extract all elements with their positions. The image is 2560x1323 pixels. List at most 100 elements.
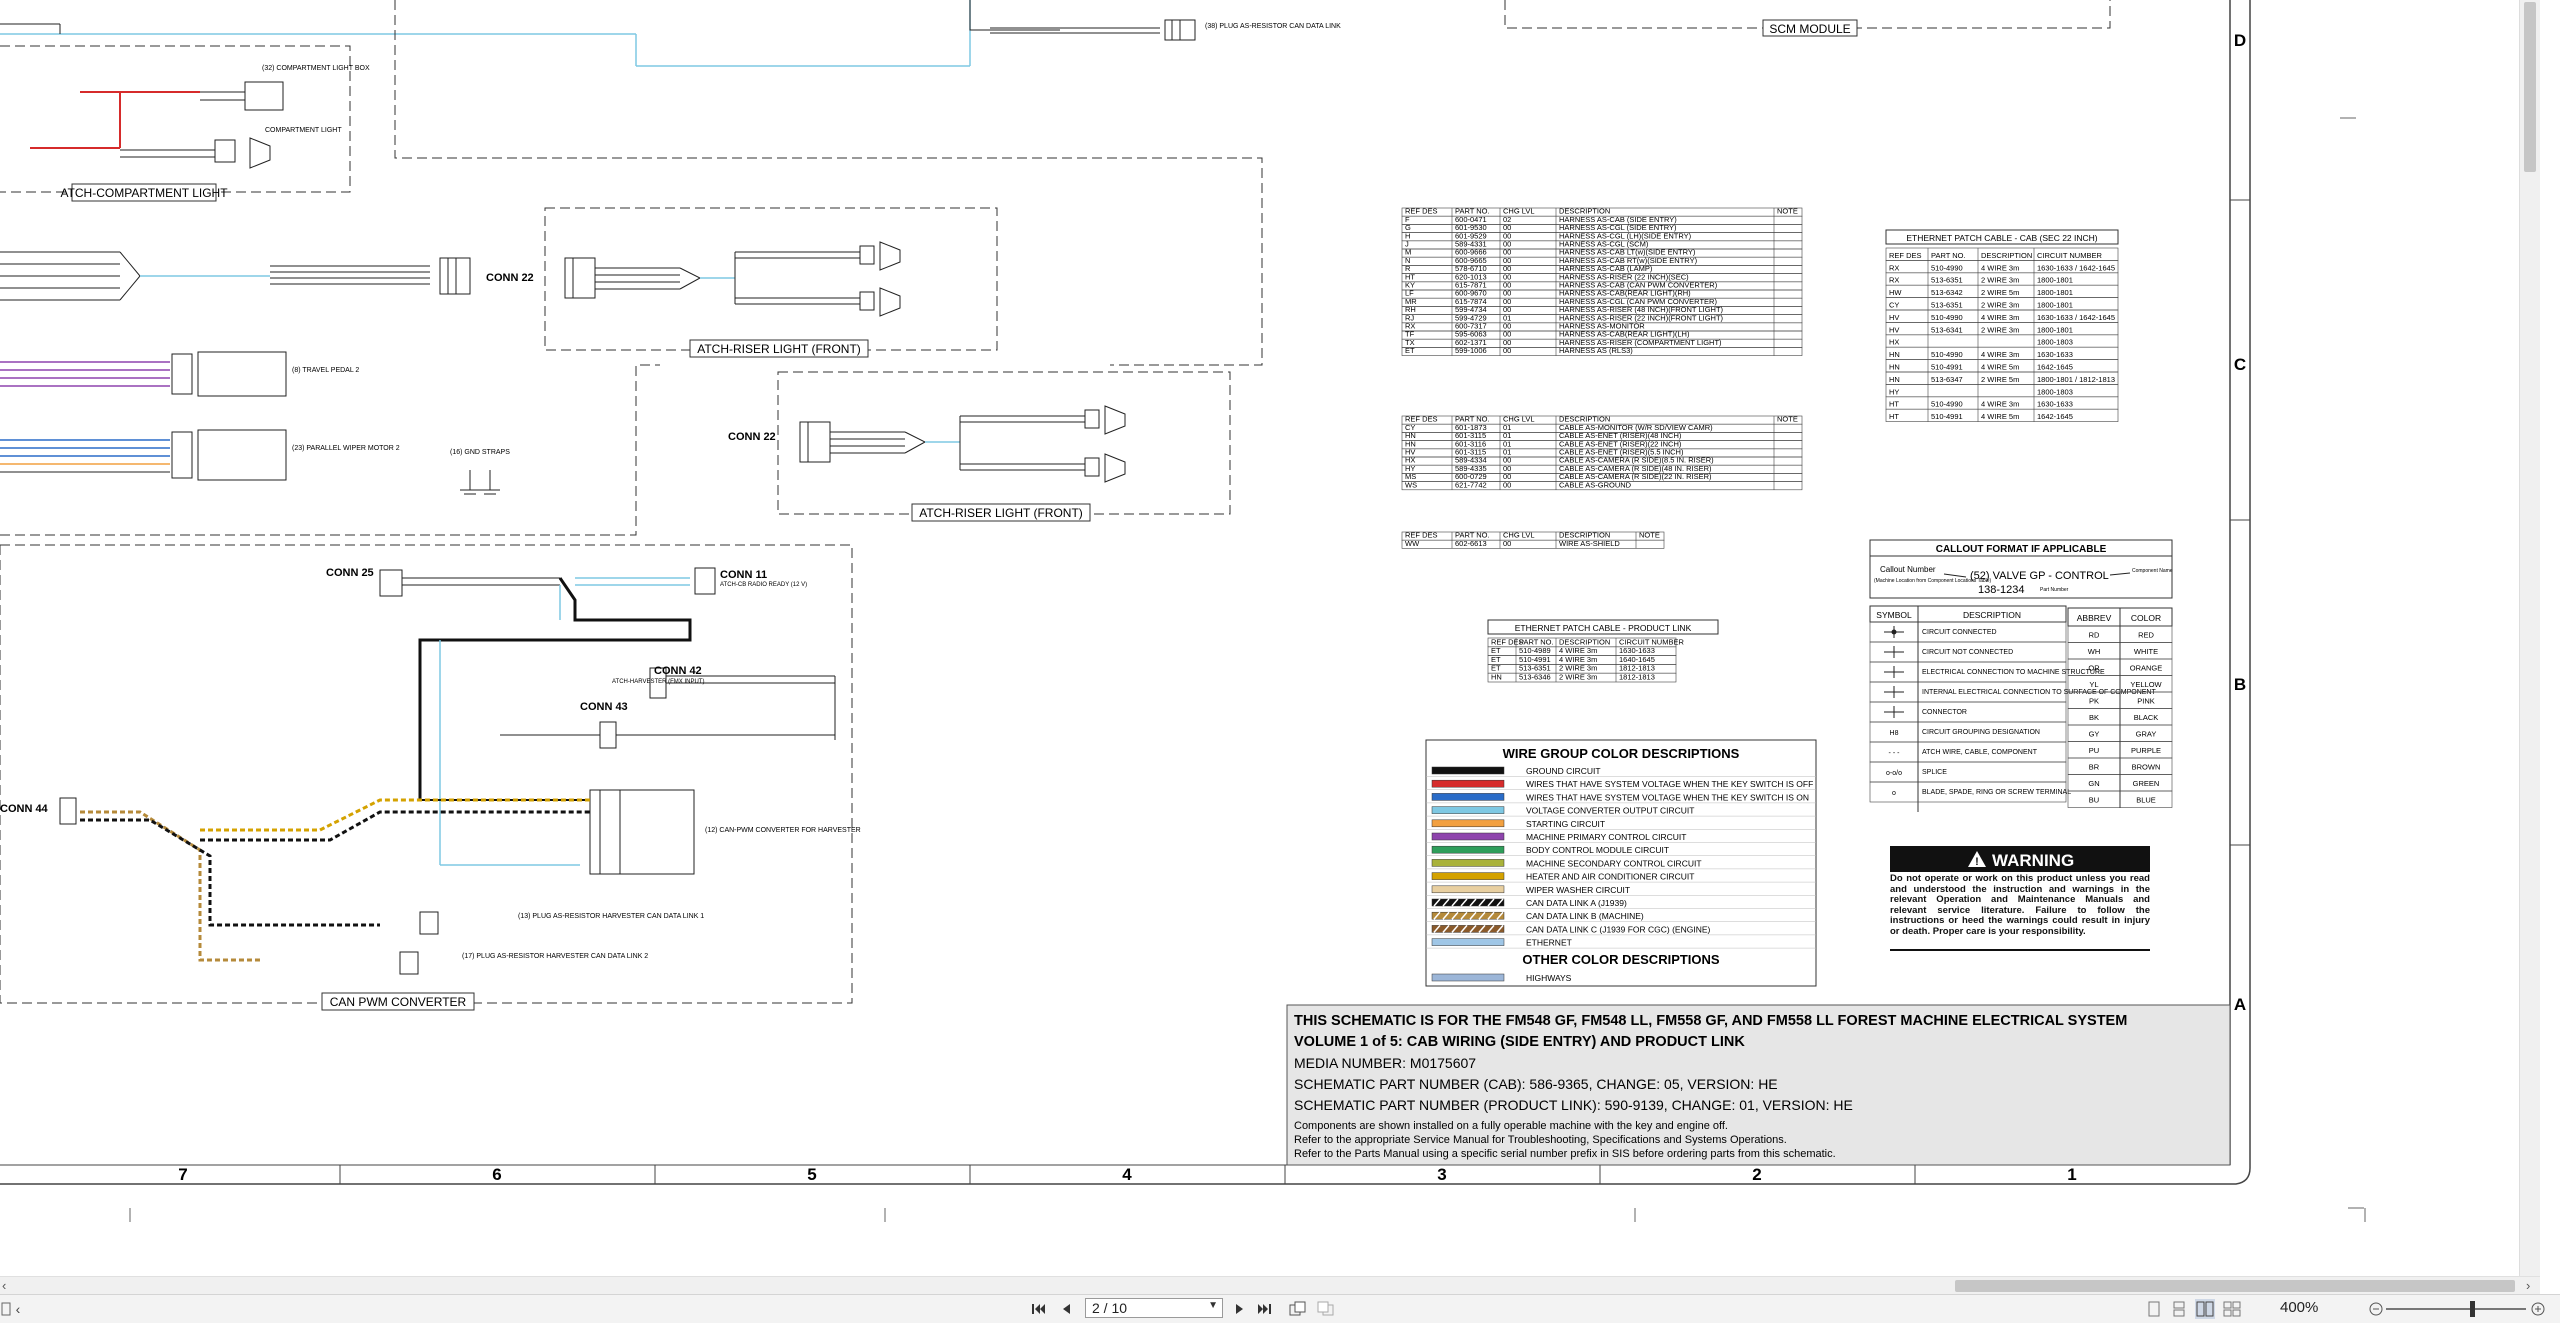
eplink-cell: 1812-1813 bbox=[1619, 673, 1655, 682]
wire-color-swatch bbox=[1431, 938, 1505, 946]
eplink-cell: CIRCUIT NUMBER bbox=[1619, 637, 1684, 646]
vertical-scroll-thumb[interactable] bbox=[2524, 2, 2536, 172]
wire-color-label: STARTING CIRCUIT bbox=[1526, 819, 1605, 829]
gnd-straps-label: (16) GND STRAPS bbox=[450, 449, 510, 456]
wire-table: REF DES PART NO. CHG LVL DESCRIPTION NOTEWW 6… bbox=[1401, 531, 1665, 549]
horizontal-scrollbar[interactable]: ‹ › bbox=[0, 1276, 2540, 1295]
callout-title: CALLOUT FORMAT IF APPLICABLE bbox=[1936, 544, 2107, 555]
eplink-cell: 510-4989 bbox=[1519, 646, 1551, 655]
next-page-icon[interactable] bbox=[1232, 1299, 1248, 1319]
zoom-level: 400% bbox=[2280, 1299, 2319, 1316]
col-number-1: 1 bbox=[2067, 1165, 2076, 1184]
ecab-cell: 513-6351 bbox=[1931, 276, 1963, 285]
zoom-slider-thumb[interactable] bbox=[2470, 1301, 2475, 1317]
two-page-continuous-view-icon[interactable] bbox=[2222, 1299, 2242, 1319]
row-letter-a: A bbox=[2234, 995, 2246, 1014]
conn22-label-b: CONN 22 bbox=[728, 431, 776, 443]
zoom-out-icon[interactable] bbox=[2368, 1299, 2384, 1319]
continuous-view-icon[interactable] bbox=[2170, 1299, 2188, 1319]
ecab-cell: 2 WIRE 3m bbox=[1981, 325, 2019, 334]
harness-cell: REF DES bbox=[1405, 207, 1438, 216]
previous-view-icon[interactable] bbox=[1288, 1299, 1308, 1319]
previous-page-icon[interactable] bbox=[1058, 1299, 1074, 1319]
eplink-cell: 510-4991 bbox=[1519, 655, 1551, 664]
page-dropdown-icon[interactable]: ▼ bbox=[1208, 1300, 1218, 1311]
ecab-cell: 4 WIRE 3m bbox=[1981, 263, 2019, 272]
can-pwm-converter-label: CAN PWM CONVERTER bbox=[330, 995, 467, 1009]
wire-color-swatch bbox=[1431, 885, 1505, 894]
atch-riser-light-front-2-group: ATCH-RISER LIGHT (FRONT) bbox=[777, 371, 1231, 522]
compartment-light-label: COMPARTMENT LIGHT bbox=[265, 127, 342, 134]
abbrev-color-name: BROWN bbox=[2132, 763, 2161, 772]
abbrev-code: BR bbox=[2089, 763, 2100, 772]
col-number-2: 2 bbox=[1752, 1165, 1761, 1184]
vertical-scrollbar[interactable] bbox=[2519, 0, 2540, 1276]
abbrev-color-name: RED bbox=[2138, 631, 2154, 640]
harness-table: REF DES PART NO. CHG LVL DESCRIPTION NOTEF 60… bbox=[1401, 207, 1803, 356]
symbol-mark: H8 bbox=[1890, 730, 1899, 737]
schematic-part-product-link: SCHEMATIC PART NUMBER (PRODUCT LINK): 59… bbox=[1294, 1097, 1853, 1113]
compartment-light-box-label: (32) COMPARTMENT LIGHT BOX bbox=[262, 65, 370, 72]
page-number-input[interactable]: 2 / 10 ▼ bbox=[1085, 1298, 1223, 1318]
scroll-right-icon[interactable]: › bbox=[2526, 1278, 2530, 1294]
can-pwm-desc: (12) CAN-PWM CONVERTER FOR HARVESTER bbox=[705, 827, 861, 834]
ecab-cell: 1800-1801 bbox=[2037, 276, 2073, 285]
single-page-view-icon[interactable] bbox=[2145, 1299, 2163, 1319]
zoom-slider-track[interactable] bbox=[2386, 1308, 2526, 1310]
horizontal-scroll-thumb[interactable] bbox=[1955, 1280, 2515, 1292]
ecab-cell: 513-6342 bbox=[1931, 288, 1963, 297]
wire-cell: WW bbox=[1405, 539, 1420, 548]
eplink-cell: 513-6346 bbox=[1519, 673, 1551, 682]
ecab-cell: 4 WIRE 3m bbox=[1981, 400, 2019, 409]
abbrev-code: BU bbox=[2089, 796, 2099, 805]
conn11-desc: ATCH-CB RADIO READY (12 V) bbox=[720, 582, 807, 588]
ecab-cell: 1630-1633 / 1642-1645 bbox=[2037, 263, 2115, 272]
ecab-cell: HN bbox=[1889, 363, 1900, 372]
svg-text:!: ! bbox=[1975, 856, 1979, 868]
wire-color-swatch bbox=[1431, 806, 1505, 814]
abbrev-code: YL bbox=[2089, 680, 2098, 689]
title-note-1: Components are shown installed on a full… bbox=[1294, 1120, 1728, 1132]
wire-color-label: CAN DATA LINK B (MACHINE) bbox=[1526, 911, 1644, 921]
ecab-cell: 2 WIRE 5m bbox=[1981, 288, 2019, 297]
eplink-cell: DESCRIPTION bbox=[1559, 637, 1610, 646]
ecab-cell: HV bbox=[1889, 325, 1899, 334]
callout-number-label: Callout Number bbox=[1880, 565, 1936, 574]
symbol-description: CIRCUIT GROUPING DESIGNATION bbox=[1922, 729, 2040, 736]
other-colors-title: OTHER COLOR DESCRIPTIONS bbox=[1522, 952, 1720, 967]
abbrev-color-name: PURPLE bbox=[2131, 746, 2161, 755]
first-page-icon[interactable] bbox=[1030, 1299, 1048, 1319]
ecab-cell: 1800-1801 bbox=[2037, 325, 2073, 334]
document-viewport[interactable]: D C B A 7 6 5 4 3 2 1 SCM MODULE (38) PL… bbox=[0, 0, 2540, 1276]
ecab-cell: 510-4990 bbox=[1931, 263, 1963, 272]
wire-color-label: BODY CONTROL MODULE CIRCUIT bbox=[1526, 845, 1669, 855]
ecab-cell: RX bbox=[1889, 276, 1899, 285]
wire-color-label: WIRES THAT HAVE SYSTEM VOLTAGE WHEN THE … bbox=[1526, 792, 1809, 802]
abbrev-color-name: YELLOW bbox=[2130, 680, 2162, 689]
ecab-cell: 4 WIRE 5m bbox=[1981, 412, 2019, 421]
abbrev-color-name: ORANGE bbox=[2130, 664, 2163, 673]
ecab-cell: 4 WIRE 3m bbox=[1981, 313, 2019, 322]
title-line-1: THIS SCHEMATIC IS FOR THE FM548 GF, FM54… bbox=[1294, 1013, 2127, 1029]
harness-cell: 00 bbox=[1503, 346, 1511, 355]
scroll-left-icon[interactable]: ‹ bbox=[2, 1278, 6, 1294]
two-page-view-icon[interactable] bbox=[2195, 1299, 2215, 1319]
zoom-in-icon[interactable] bbox=[2530, 1299, 2546, 1319]
cable-cell: WS bbox=[1405, 480, 1417, 489]
schematic-part-cab: SCHEMATIC PART NUMBER (CAB): 586-9365, C… bbox=[1294, 1076, 1778, 1092]
sidebar-toggle-icon[interactable] bbox=[0, 1299, 12, 1319]
symbol-description: CIRCUIT CONNECTED bbox=[1922, 629, 1997, 636]
conn43-label: CONN 43 bbox=[580, 701, 628, 713]
wire-color-label: WIRES THAT HAVE SYSTEM VOLTAGE WHEN THE … bbox=[1526, 779, 1813, 789]
atch-riser-light-front-2-label: ATCH-RISER LIGHT (FRONT) bbox=[919, 506, 1083, 520]
wire-color-swatch bbox=[1431, 779, 1505, 788]
ecab-cell: 1630-1633 bbox=[2037, 350, 2073, 359]
last-page-icon[interactable] bbox=[1256, 1299, 1274, 1319]
status-chevron-left-icon[interactable]: ‹ bbox=[12, 1299, 24, 1319]
row-letter-d: D bbox=[2234, 31, 2246, 50]
ecab-cell: 1800-1801 bbox=[2037, 288, 2073, 297]
eplink-cell: ET bbox=[1491, 646, 1501, 655]
next-view-icon[interactable] bbox=[1316, 1299, 1336, 1319]
warning-box: ! WARNING Do not operate or work on this… bbox=[1890, 846, 2150, 951]
conn11-label: CONN 11 bbox=[720, 569, 767, 581]
